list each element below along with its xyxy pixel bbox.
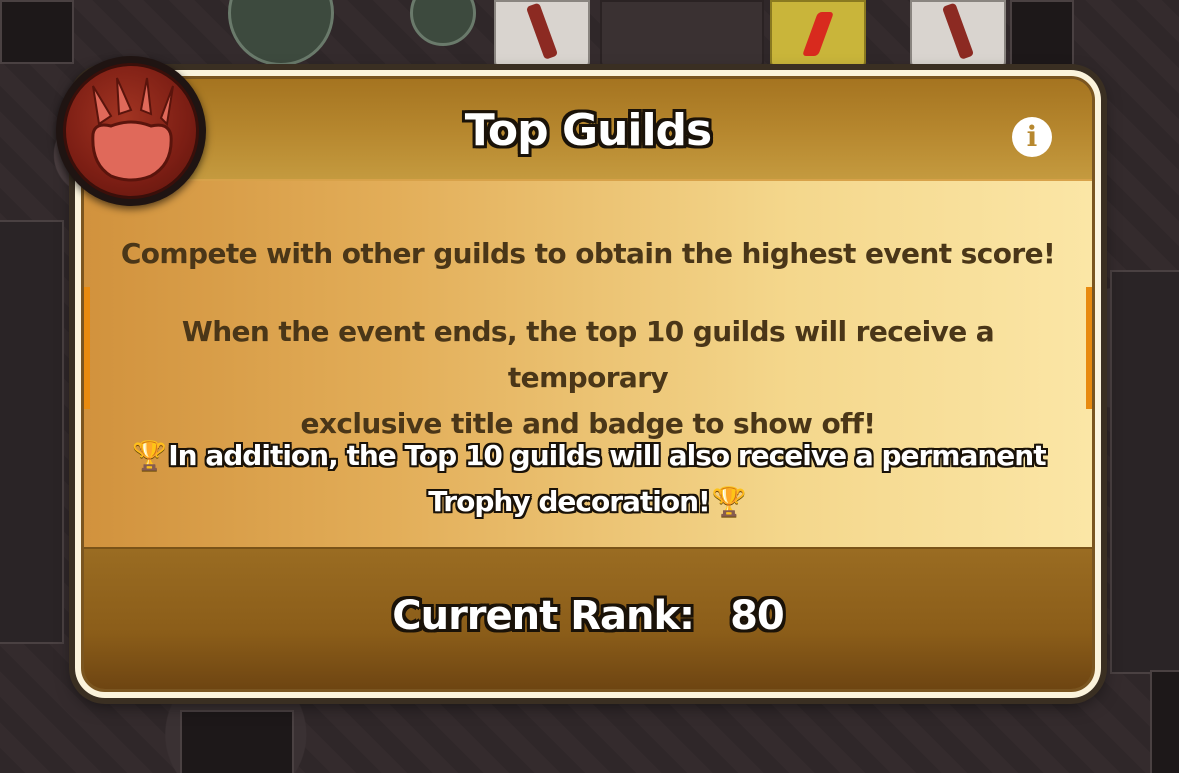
background-planter — [410, 0, 476, 46]
background-item-tile — [910, 0, 1006, 68]
background-cabinet-right — [1110, 270, 1179, 674]
game-scene: Top Guilds i Compete with other guilds t… — [0, 0, 1179, 773]
dialog-header: Top Guilds i — [84, 79, 1092, 179]
reward-text: Trophy decoration! — [428, 485, 711, 518]
event-badge — [56, 56, 206, 206]
current-rank: Current Rank: 80 — [84, 593, 1092, 639]
description-text: When the event ends, the top 10 guilds w… — [181, 315, 995, 394]
background-floor-item — [180, 710, 294, 773]
dialog-body: Compete with other guilds to obtain the … — [84, 179, 1092, 549]
dialog-title: Top Guilds — [464, 105, 713, 156]
info-icon[interactable]: i — [1012, 117, 1052, 157]
paw-claw-icon — [91, 77, 174, 182]
background-item-tile — [494, 0, 590, 68]
background-cabinet-left — [0, 220, 64, 644]
current-rank-label: Current Rank: — [392, 593, 695, 639]
dialog-panel: Top Guilds i Compete with other guilds t… — [81, 76, 1095, 692]
background-planter — [228, 0, 334, 66]
panel-accent-left — [84, 287, 90, 409]
background-item-tile — [600, 0, 764, 68]
trophy-icon: 🏆 — [132, 439, 167, 472]
dialog-footer: Current Rank: 80 — [84, 547, 1092, 689]
background-floor-item — [1150, 670, 1179, 773]
trophy-icon: 🏆 — [711, 485, 747, 518]
description-text: Compete with other guilds to obtain the … — [120, 237, 1056, 270]
background-item-tile — [770, 0, 866, 68]
reward-text: In addition, the Top 10 guilds will also… — [168, 439, 1046, 472]
background-shelf-left — [0, 0, 74, 64]
description-paragraph-2: When the event ends, the top 10 guilds w… — [114, 309, 1062, 447]
top-guilds-dialog: Top Guilds i Compete with other guilds t… — [75, 70, 1101, 698]
current-rank-value: 80 — [730, 593, 785, 639]
panel-accent-right — [1086, 287, 1092, 409]
trophy-reward-paragraph: 🏆In addition, the Top 10 guilds will als… — [114, 433, 1062, 525]
description-paragraph-1: Compete with other guilds to obtain the … — [114, 231, 1062, 277]
